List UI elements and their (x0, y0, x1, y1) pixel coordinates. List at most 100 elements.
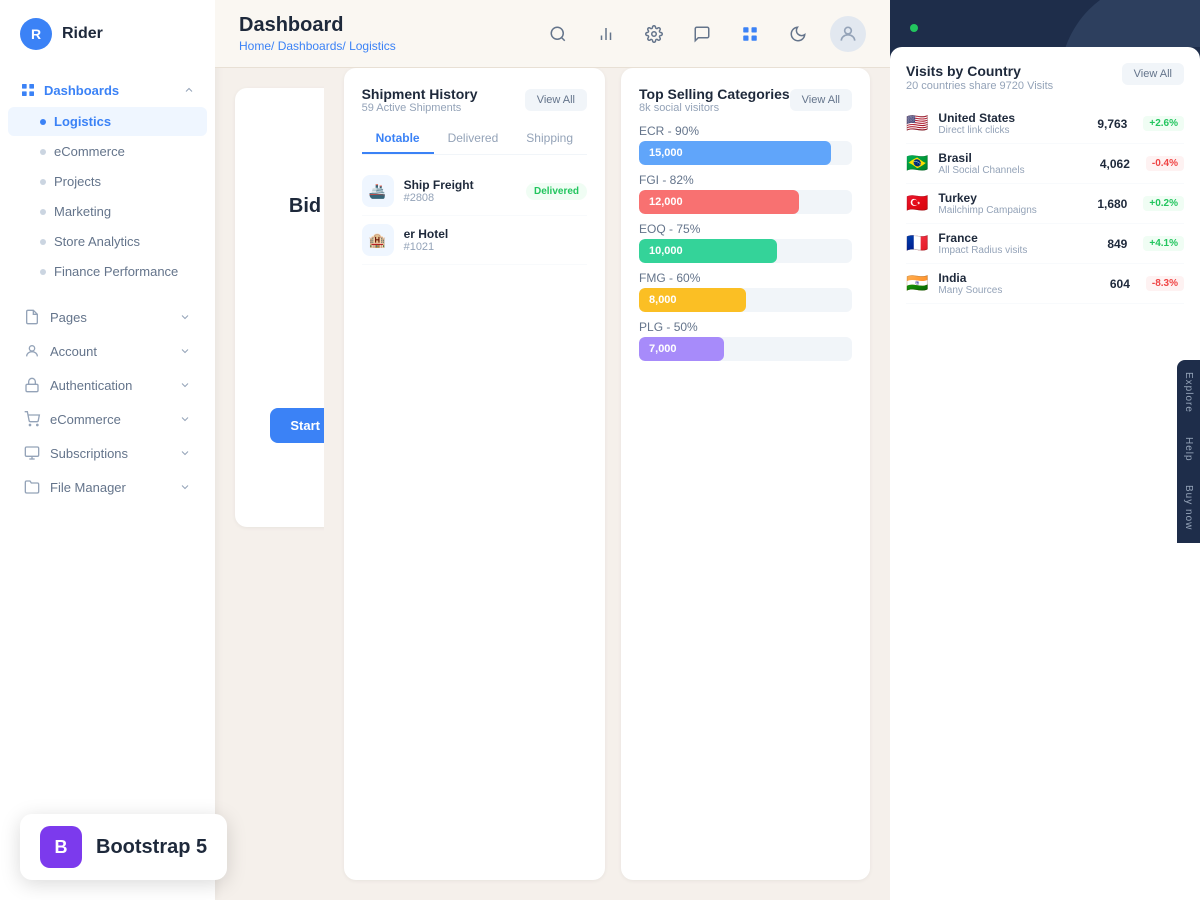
dashboard-grid: Quick form to Bid a New Shipment (215, 68, 324, 900)
shipment-subtitle: 59 Active Shipments (362, 102, 478, 114)
sidebar-item-logistics[interactable]: Logistics (8, 107, 207, 136)
promo-illustration (295, 238, 324, 388)
chevron-down-icon (179, 311, 191, 323)
bar-fill: 15,000 (639, 141, 831, 165)
dashboards-group[interactable]: Dashboards (0, 74, 215, 106)
explore-tab[interactable]: Explore (1177, 360, 1200, 425)
settings-icon-btn[interactable] (638, 18, 670, 50)
shipment-id-2: #1021 (404, 241, 449, 253)
tab-notable[interactable]: Notable (362, 124, 434, 154)
cat-label: FMG - 60% (639, 271, 852, 285)
visits-section: Visits by Country 20 countries share 972… (890, 47, 1200, 900)
bar-container: 8,000 (639, 288, 852, 312)
header-right (542, 16, 866, 52)
bar-value: 15,000 (649, 147, 683, 159)
pages-icon (24, 309, 40, 325)
user-avatar[interactable] (830, 16, 866, 52)
country-source: Direct link clicks (938, 125, 1087, 136)
sidebar-authentication[interactable]: Authentication (4, 369, 211, 401)
chart-icon (597, 25, 615, 43)
country-value: 849 (1107, 237, 1127, 251)
search-icon-btn[interactable] (542, 18, 574, 50)
sidebar-account[interactable]: Account (4, 335, 211, 367)
chart-icon-btn[interactable] (590, 18, 622, 50)
bar-fill: 8,000 (639, 288, 745, 312)
filemanager-icon (24, 479, 40, 495)
bar-value: 10,000 (649, 245, 683, 257)
header: Dashboard Home/ Dashboards/ Logistics (215, 0, 890, 68)
logo-icon: R (20, 18, 52, 50)
start-now-button[interactable]: Start Now (270, 408, 323, 443)
country-row: 🇮🇳 India Many Sources 604 -8.3% (906, 264, 1184, 304)
side-tabs: Explore Help Buy now (1177, 360, 1200, 543)
chat-icon-btn[interactable] (686, 18, 718, 50)
bootstrap-icon: B (40, 826, 82, 868)
green-dot-indicator (910, 20, 1180, 35)
shipment-tabs: Notable Delivered Shipping (362, 124, 587, 155)
bar-fill: 10,000 (639, 239, 777, 263)
content-area: Quick form to Bid a New Shipment (215, 68, 890, 900)
moon-icon-btn[interactable] (782, 18, 814, 50)
sidebar-item-store-analytics[interactable]: Store Analytics (8, 227, 207, 256)
country-value: 9,763 (1097, 117, 1127, 131)
help-tab[interactable]: Help (1177, 425, 1200, 474)
tab-delivered[interactable]: Delivered (434, 124, 513, 154)
sidebar-item-ecommerce[interactable]: eCommerce (8, 137, 207, 166)
sidebar-subscriptions[interactable]: Subscriptions (4, 437, 211, 469)
bar-value: 8,000 (649, 294, 677, 306)
category-row: EOQ - 75% 10,000 (639, 222, 852, 263)
country-change: -8.3% (1146, 276, 1184, 291)
country-change: -0.4% (1146, 156, 1184, 171)
bootstrap-badge: B Bootstrap 5 (20, 814, 227, 880)
chevron-down-icon2 (179, 345, 191, 357)
country-info: Brasil All Social Channels (938, 151, 1089, 176)
categories-subtitle: 8k social visitors (639, 102, 790, 114)
category-row: FMG - 60% 8,000 (639, 271, 852, 312)
country-source: All Social Channels (938, 165, 1089, 176)
bar-value: 12,000 (649, 196, 683, 208)
shipment-icon-freight: 🚢 (362, 175, 394, 207)
shipment-name-1: Ship Freight (404, 178, 474, 192)
country-flag: 🇮🇳 (906, 273, 928, 294)
country-name: Turkey (938, 191, 1087, 205)
shipment-view-all[interactable]: View All (525, 89, 587, 111)
country-flag: 🇧🇷 (906, 153, 928, 174)
sidebar-logo[interactable]: R Rider (0, 0, 215, 68)
country-source: Many Sources (938, 285, 1099, 296)
sidebar-item-finance[interactable]: Finance Performance (8, 257, 207, 286)
account-icon (24, 343, 40, 359)
country-value: 1,680 (1097, 197, 1127, 211)
chevron-down-icon6 (179, 481, 191, 493)
country-info: France Impact Radius visits (938, 231, 1097, 256)
cat-label: FGI - 82% (639, 173, 852, 187)
sidebar-item-projects[interactable]: Projects (8, 167, 207, 196)
visits-view-all[interactable]: View All (1122, 63, 1184, 85)
country-value: 604 (1110, 277, 1130, 291)
sidebar: R Rider Dashboards Logistics eCommerce P… (0, 0, 215, 900)
chevron-down-icon5 (179, 447, 191, 459)
visits-title: Visits by Country (906, 63, 1053, 79)
buy-now-tab[interactable]: Buy now (1177, 473, 1200, 542)
sidebar-pages[interactable]: Pages (4, 301, 211, 333)
categories-view-all[interactable]: View All (790, 89, 852, 111)
bar-container: 10,000 (639, 239, 852, 263)
shipment-status-1: Delivered (526, 183, 587, 200)
country-row: 🇧🇷 Brasil All Social Channels 4,062 -0.4… (906, 144, 1184, 184)
subscriptions-icon (24, 445, 40, 461)
shipment-header: Shipment History 59 Active Shipments Vie… (362, 86, 587, 114)
moon-icon (789, 25, 807, 43)
country-row: 🇹🇷 Turkey Mailchimp Campaigns 1,680 +0.2… (906, 184, 1184, 224)
cat-label: PLG - 50% (639, 320, 852, 334)
country-source: Impact Radius visits (938, 245, 1097, 256)
shipment-item-1: 🚢 Ship Freight #2808 Delivered (362, 167, 587, 216)
tab-shipping[interactable]: Shipping (512, 124, 587, 154)
categories-header: Top Selling Categories 8k social visitor… (639, 86, 852, 114)
sidebar-pages-section: Pages Account Authentication eCommerce (0, 293, 215, 511)
sidebar-ecommerce[interactable]: eCommerce (4, 403, 211, 435)
sidebar-filemanager[interactable]: File Manager (4, 471, 211, 503)
sidebar-item-marketing[interactable]: Marketing (8, 197, 207, 226)
grid-icon-btn[interactable] (734, 18, 766, 50)
promo-buttons: Start Now Quick Guide (270, 408, 323, 443)
bar-fill: 12,000 (639, 190, 799, 214)
country-flag: 🇹🇷 (906, 193, 928, 214)
